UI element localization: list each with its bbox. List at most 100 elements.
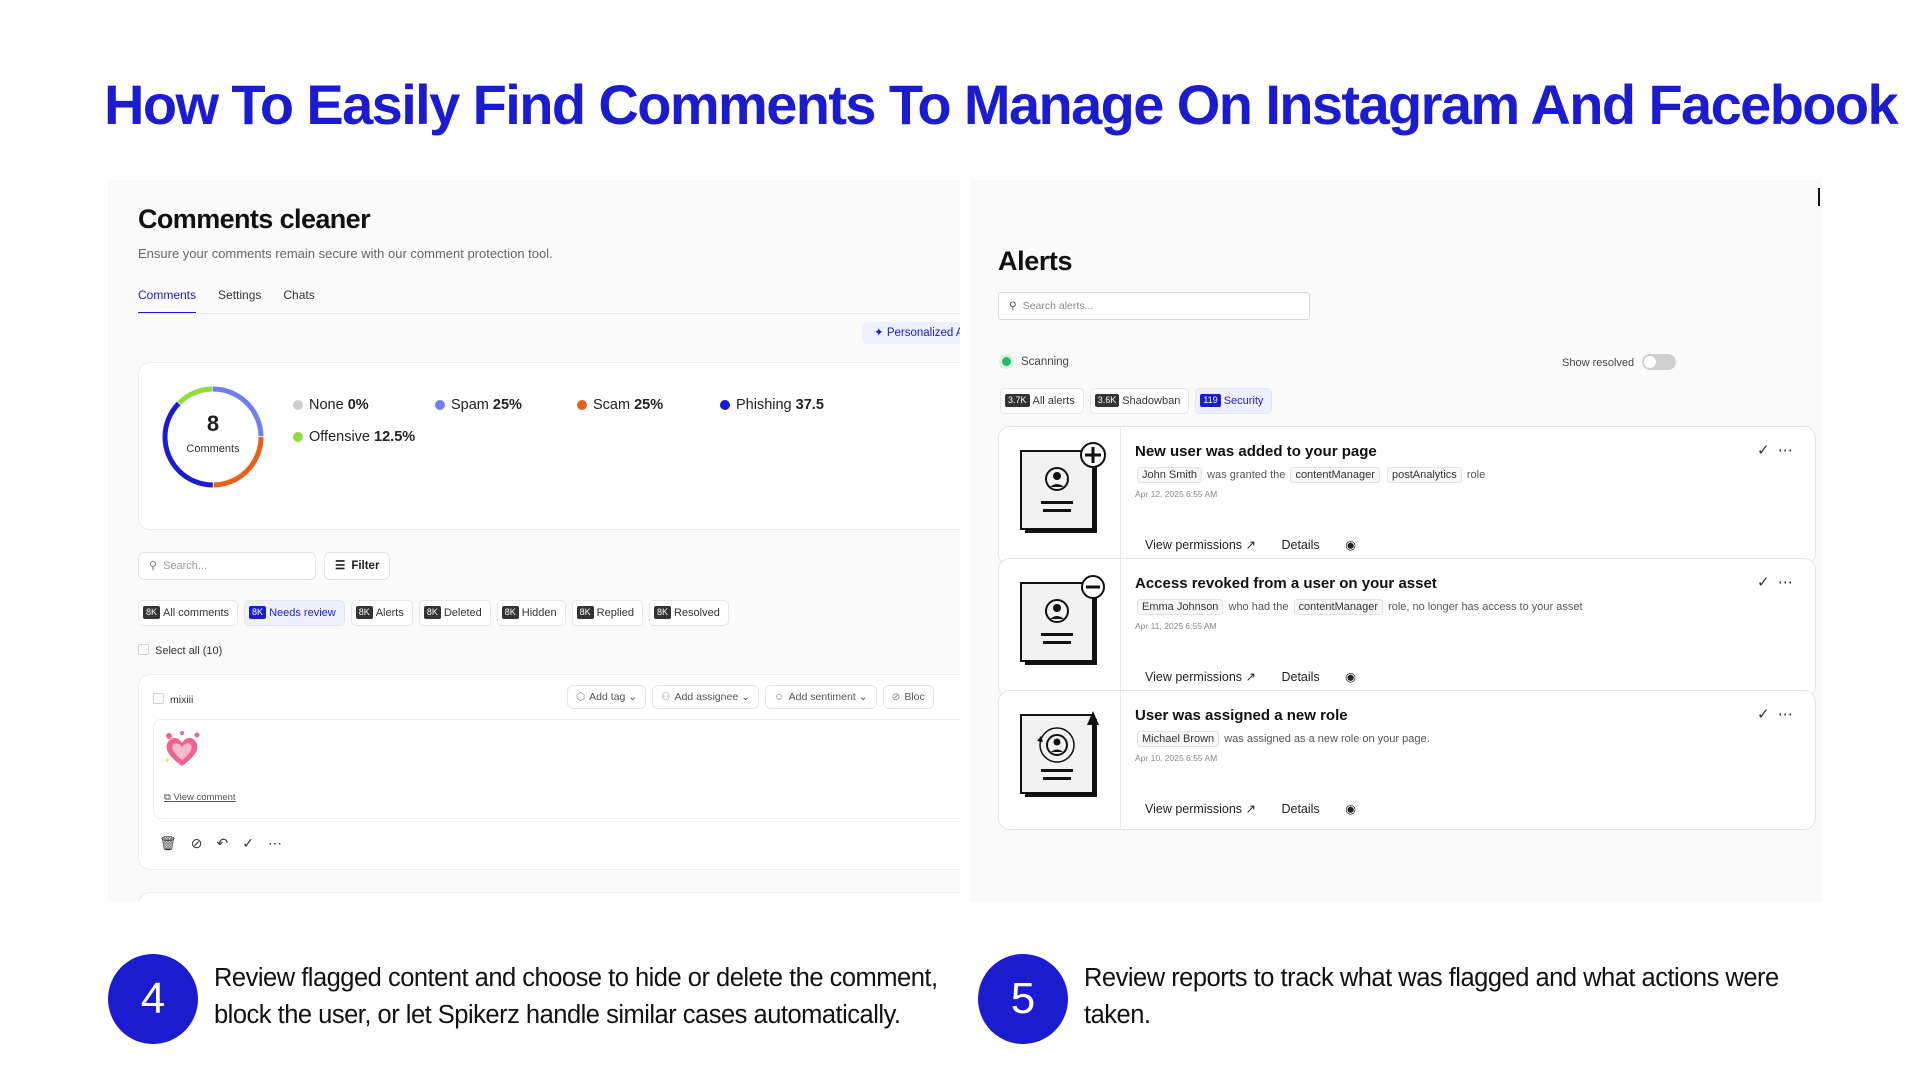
legend-offensive: Offensive 12.5% [293,429,415,445]
alerts-search-input[interactable]: ⚲ Search alerts... [998,292,1310,320]
eye-icon: ◉ [1345,538,1357,552]
view-comment-link[interactable]: ⧉ View comment [164,792,236,803]
check-circle-icon[interactable]: ✓ [1757,706,1772,723]
step-5-text: Review reports to track what was flagged… [1084,964,1779,1029]
comments-cleaner-title: Comments cleaner [138,204,371,234]
chip-resolved[interactable]: 8K Resolved [648,600,729,626]
eye-icon: ◉ [1345,802,1357,816]
tabs-divider [138,313,960,314]
chip-security[interactable]: 119 Security [1195,388,1273,414]
chevron-down-icon: ⌄ [628,691,638,703]
add-tag-button[interactable]: ⬡ Add tag ⌄ [567,685,647,709]
role-tag: postAnalytics [1387,467,1462,483]
alert-date: Apr 11, 2025 6:55 AM [1135,621,1217,631]
external-link-icon: ⧉ [164,792,171,803]
legend-dot [293,432,303,442]
user-removed-icon [1020,575,1105,665]
more-icon[interactable]: ⋯ [1778,442,1795,459]
chip-hidden[interactable]: 8K Hidden [496,600,566,626]
hide-icon[interactable]: ⊘ [191,835,203,852]
alert-description: John Smith was granted the contentManage… [1135,467,1485,483]
comment-user: mixiii [153,693,193,706]
show-resolved-toggle[interactable]: Show resolved [1562,354,1677,370]
user-plus-icon: ⚇ [661,691,671,703]
chip-needs-review[interactable]: 8K Needs review [244,600,345,626]
check-circle-icon[interactable]: ✓ [1757,442,1772,459]
search-icon: ⚲ [1009,300,1017,312]
alert-card[interactable]: Access revoked from a user on your asset… [998,558,1816,698]
filter-button[interactable]: ☰ Filter [324,552,391,580]
block-icon: ⊘ [891,691,901,703]
legend-none: None 0% [293,397,369,413]
alert-thumbnail [999,691,1121,829]
alert-title: User was assigned a new role [1135,707,1348,724]
chip-alerts[interactable]: 8K Alerts [350,600,413,626]
details-link[interactable]: Details ◉ [1281,670,1378,684]
comment-actions: ⬡ Add tag ⌄ ⚇ Add assignee ⌄ ☺ Add sentimen… [567,685,934,709]
trash-icon[interactable]: 🗑 [159,835,177,852]
alerts-title: Alerts [998,246,1073,276]
alert-card[interactable]: User was assigned a new role Michael Bro… [998,690,1816,830]
details-link[interactable]: Details ◉ [1281,802,1378,816]
comments-search-input[interactable]: ⚲ Search... [138,552,316,580]
comments-cleaner-panel: Comments cleaner Ensure your comments re… [108,180,960,902]
tab-comments[interactable]: Comments [138,288,197,314]
chip-all-alerts[interactable]: 3.7K All alerts [1000,388,1084,414]
tab-chats[interactable]: Chats [283,288,314,314]
alert-date: Apr 10, 2025 6:55 AM [1135,753,1218,763]
text-cursor [1818,188,1820,206]
step-4-badge: 4 [108,954,198,1044]
search-icon: ⚲ [149,560,158,572]
personalized-button[interactable]: ✦ Personalized A [862,322,960,344]
donut-label: Comments [186,443,240,455]
more-icon[interactable]: ⋯ [1778,706,1795,723]
alert-thumbnail [999,427,1121,565]
chevron-down-icon: ⌄ [858,691,868,703]
check-circle-icon[interactable]: ✓ [1757,574,1772,591]
chip-shadowban[interactable]: 3.6K Shadowban [1089,388,1190,414]
more-icon[interactable]: ⋯ [268,835,282,852]
alert-actions: ✓ ⋯ [1757,441,1795,459]
svg-text:✦: ✦ [164,756,171,765]
comments-tabs: Comments Settings Chats [138,288,315,314]
view-permissions-link[interactable]: View permissions ↗ [1145,538,1256,552]
select-all-checkbox[interactable]: Select all (10) [138,644,222,657]
chevron-down-icon: ⌄ [741,691,750,703]
scanning-status: Scanning [1002,356,1069,368]
view-permissions-link[interactable]: View permissions ↗ [1145,802,1256,816]
check-circle-icon[interactable]: ✓ [242,835,254,852]
role-change-icon [1020,711,1099,797]
alert-description: Michael Brown was assigned as a new role… [1135,731,1430,747]
alert-links: View permissions ↗ Details ◉ [1145,537,1400,552]
chip-replied[interactable]: 8K Replied [571,600,643,626]
alert-card[interactable]: New user was added to your page John Smi… [998,426,1816,566]
view-permissions-link[interactable]: View permissions ↗ [1145,670,1256,684]
legend-scam: Scam 25% [577,397,663,413]
donut-count: 8 [206,411,220,436]
comment-body: ✦ ⧉ View comment [153,719,960,819]
step-4-text: Review flagged content and choose to hid… [214,964,938,1029]
add-assignee-button[interactable]: ⚇ Add assignee ⌄ [652,685,759,709]
comments-donut-chart [162,386,264,488]
chip-all-comments[interactable]: 8K All comments [138,600,239,626]
add-sentiment-button[interactable]: ☺ Add sentiment ⌄ [764,685,877,709]
sparkle-icon: ✦ [874,327,884,339]
comment-tools: 🗑 ⊘ ↶ ✓ ⋯ [159,835,282,852]
alert-thumbnail [999,559,1121,697]
alert-description: Emma Johnson who had the contentManager … [1135,599,1583,615]
toggle-switch[interactable] [1642,354,1677,370]
reply-icon[interactable]: ↶ [217,835,229,852]
comment-filter-chips: 8K All comments 8K Needs review 8K Alerts 8… [138,600,729,626]
role-tag: contentManager [1293,599,1383,615]
comment-card: mixiii ⬡ Add tag ⌄ ⚇ Add assignee ⌄ ☺ Add s… [138,674,960,870]
tab-settings[interactable]: Settings [218,288,261,314]
legend-dot [720,400,730,410]
more-icon[interactable]: ⋯ [1778,574,1795,591]
user-tag: John Smith [1137,467,1203,483]
chip-deleted[interactable]: 8K Deleted [418,600,491,626]
comment-checkbox[interactable] [153,693,164,704]
details-link[interactable]: Details ◉ [1281,538,1378,552]
comment-stats-card: 8 Comments None 0% Spam 25% Scam 25% Phi… [138,362,960,530]
checkbox[interactable] [138,644,149,655]
block-button[interactable]: ⊘ Bloc [882,685,934,709]
